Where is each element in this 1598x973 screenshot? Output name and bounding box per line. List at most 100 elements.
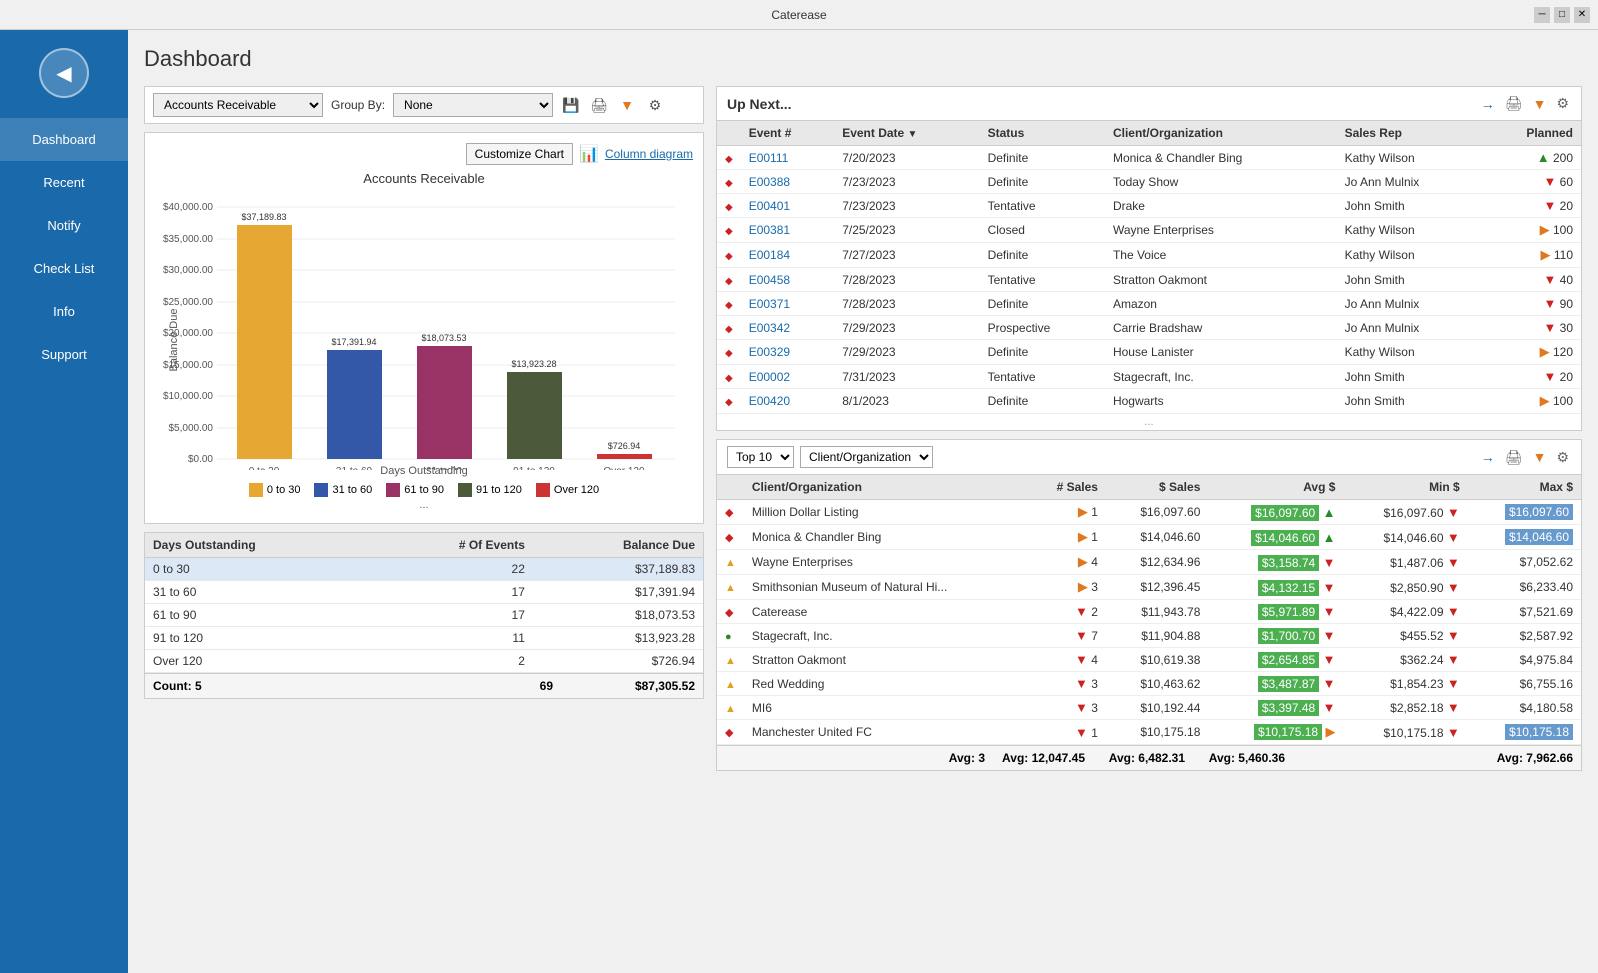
more-button[interactable]: ... <box>155 497 693 513</box>
chart-link[interactable]: Column diagram <box>605 147 693 161</box>
top10-row-avg: $10,175.18 ▶ <box>1208 720 1343 745</box>
top10-header-avg: Avg $ <box>1208 475 1343 500</box>
up-next-settings-icon[interactable]: ⚙ <box>1554 93 1571 114</box>
ar-table-row[interactable]: 0 to 30 22 $37,189.83 <box>145 558 703 581</box>
event-table-row[interactable]: ◆ E00342 7/29/2023 Prospective Carrie Br… <box>717 316 1581 340</box>
top10-row-max: $10,175.18 <box>1468 720 1581 745</box>
legend-item-91to120: 91 to 120 <box>458 483 522 497</box>
event-table-row[interactable]: ◆ E00381 7/25/2023 Closed Wayne Enterpri… <box>717 218 1581 243</box>
ar-data-table: Days Outstanding # Of Events Balance Due… <box>145 533 703 673</box>
bar-31-to-60[interactable] <box>327 350 382 459</box>
ar-table-row[interactable]: 91 to 120 11 $13,923.28 <box>145 627 703 650</box>
sidebar-item-notify[interactable]: Notify <box>0 204 128 247</box>
sidebar-item-recent[interactable]: Recent <box>0 161 128 204</box>
event-table-row[interactable]: ◆ E00458 7/28/2023 Tentative Stratton Oa… <box>717 268 1581 292</box>
events-header-rep: Sales Rep <box>1337 121 1482 146</box>
up-next-print-icon[interactable]: 🖨 <box>1503 93 1525 114</box>
event-row-rep: Jo Ann Mulnix <box>1337 292 1482 316</box>
top10-filter-icon[interactable]: ▼ <box>1531 447 1549 467</box>
event-row-rep: John Smith <box>1337 268 1482 292</box>
top10-table-row[interactable]: ▲ Stratton Oakmont ▼ 4 $10,619.38 $2,654… <box>717 648 1581 672</box>
legend-label-91to120: 91 to 120 <box>476 484 522 496</box>
ar-table-row[interactable]: Over 120 2 $726.94 <box>145 650 703 673</box>
event-table-row[interactable]: ◆ E00388 7/23/2023 Definite Today Show J… <box>717 170 1581 194</box>
top10-table-row[interactable]: ◆ Manchester United FC ▼ 1 $10,175.18 $1… <box>717 720 1581 745</box>
ar-table-row[interactable]: 31 to 60 17 $17,391.94 <box>145 581 703 604</box>
event-table-row[interactable]: ◆ E00401 7/23/2023 Tentative Drake John … <box>717 194 1581 218</box>
settings-icon[interactable]: ⚙ <box>645 95 665 115</box>
top10-arrow-icon[interactable]: → <box>1479 447 1497 467</box>
bar-chart: $40,000.00 $35,000.00 $30,000.00 $25,000… <box>155 190 685 470</box>
print-icon[interactable]: 🖨 <box>589 95 609 115</box>
event-row-rep: Kathy Wilson <box>1337 243 1482 268</box>
svg-text:$17,391.94: $17,391.94 <box>331 337 376 347</box>
event-row-client: Wayne Enterprises <box>1105 218 1337 243</box>
bar-0-to-30[interactable] <box>237 225 292 459</box>
event-table-row[interactable]: ◆ E00184 7/27/2023 Definite The Voice Ka… <box>717 243 1581 268</box>
chart-type-icon[interactable]: 📊 <box>579 144 599 164</box>
top10-table-row[interactable]: ◆ Caterease ▼ 2 $11,943.78 $5,971.89 ▼ $… <box>717 600 1581 624</box>
ar-table-row[interactable]: 61 to 90 17 $18,073.53 <box>145 604 703 627</box>
top10-print-icon[interactable]: 🖨 <box>1503 447 1525 468</box>
up-next-arrow-icon[interactable]: → <box>1479 94 1497 114</box>
top10-table-row[interactable]: ◆ Monica & Chandler Bing ▶ 1 $14,046.60 … <box>717 525 1581 550</box>
minimize-button[interactable]: ─ <box>1534 7 1550 23</box>
event-row-planned: ▼ 20 <box>1481 194 1581 218</box>
event-row-client: Monica & Chandler Bing <box>1105 146 1337 170</box>
top10-table-row[interactable]: ▲ Wayne Enterprises ▶ 4 $12,634.96 $3,15… <box>717 550 1581 575</box>
up-next-controls: → 🖨 ▼ ⚙ <box>1479 93 1571 114</box>
event-row-planned: ▼ 30 <box>1481 316 1581 340</box>
top10-count-dropdown[interactable]: Top 10 <box>727 446 794 468</box>
sidebar-item-checklist[interactable]: Check List <box>0 247 128 290</box>
event-table-row[interactable]: ◆ E00371 7/28/2023 Definite Amazon Jo An… <box>717 292 1581 316</box>
top10-row-client: Stratton Oakmont <box>744 648 1029 672</box>
top10-table-row[interactable]: ● Stagecraft, Inc. ▼ 7 $11,904.88 $1,700… <box>717 624 1581 648</box>
top10-row-icon: ◆ <box>717 600 744 624</box>
back-button[interactable]: ◀ <box>39 48 89 98</box>
top10-table-row[interactable]: ◆ Million Dollar Listing ▶ 1 $16,097.60 … <box>717 500 1581 525</box>
top10-row-dollar-sales: $11,943.78 <box>1106 600 1208 624</box>
top10-row-client: Million Dollar Listing <box>744 500 1029 525</box>
top10-row-client: Wayne Enterprises <box>744 550 1029 575</box>
top10-row-icon: ▲ <box>717 672 744 696</box>
bar-61-to-90[interactable] <box>417 346 472 459</box>
group-by-dropdown[interactable]: None <box>393 93 553 117</box>
event-row-date: 7/28/2023 <box>834 292 979 316</box>
top10-row-min: $10,175.18 ▼ <box>1343 720 1467 745</box>
maximize-button[interactable]: □ <box>1554 7 1570 23</box>
event-row-indicator: ◆ <box>717 292 741 316</box>
top10-row-avg: $3,158.74 ▼ <box>1208 550 1343 575</box>
event-row-client: Today Show <box>1105 170 1337 194</box>
close-button[interactable]: ✕ <box>1574 7 1590 23</box>
legend-color-over120 <box>536 483 550 497</box>
event-table-row[interactable]: ◆ E00002 7/31/2023 Tentative Stagecraft,… <box>717 365 1581 389</box>
bar-over-120[interactable] <box>597 454 652 459</box>
top10-row-client: Smithsonian Museum of Natural Hi... <box>744 575 1029 600</box>
bar-91-to-120[interactable] <box>507 372 562 459</box>
ar-footer-balance: $87,305.52 <box>573 679 695 693</box>
ar-row-balance: $17,391.94 <box>533 581 703 604</box>
top10-table-row[interactable]: ▲ Smithsonian Museum of Natural Hi... ▶ … <box>717 575 1581 600</box>
chart-type-dropdown[interactable]: Accounts Receivable <box>153 93 323 117</box>
event-table-row[interactable]: ◆ E00420 8/1/2023 Definite Hogwarts John… <box>717 389 1581 414</box>
filter-icon[interactable]: ▼ <box>617 95 637 115</box>
top10-group-dropdown[interactable]: Client/Organization <box>800 446 933 468</box>
svg-text:$37,189.83: $37,189.83 <box>241 212 286 222</box>
legend-color-91to120 <box>458 483 472 497</box>
sidebar-item-dashboard[interactable]: Dashboard <box>0 118 128 161</box>
save-icon[interactable]: 💾 <box>561 95 581 115</box>
event-row-number: E00420 <box>741 389 834 414</box>
event-row-client: The Voice <box>1105 243 1337 268</box>
event-table-row[interactable]: ◆ E00111 7/20/2023 Definite Monica & Cha… <box>717 146 1581 170</box>
event-table-row[interactable]: ◆ E00329 7/29/2023 Definite House Lanist… <box>717 340 1581 365</box>
event-row-status: Definite <box>980 389 1105 414</box>
event-row-rep: Kathy Wilson <box>1337 146 1482 170</box>
top10-settings-icon[interactable]: ⚙ <box>1554 447 1571 468</box>
up-next-filter-icon[interactable]: ▼ <box>1531 94 1549 114</box>
top10-table-row[interactable]: ▲ MI6 ▼ 3 $10,192.44 $3,397.48 ▼ $2,852.… <box>717 696 1581 720</box>
customize-chart-button[interactable]: Customize Chart <box>466 143 573 165</box>
sidebar-item-support[interactable]: Support <box>0 333 128 376</box>
sidebar-item-info[interactable]: Info <box>0 290 128 333</box>
top10-table-row[interactable]: ▲ Red Wedding ▼ 3 $10,463.62 $3,487.87 ▼… <box>717 672 1581 696</box>
event-row-planned: ▶ 100 <box>1481 218 1581 243</box>
